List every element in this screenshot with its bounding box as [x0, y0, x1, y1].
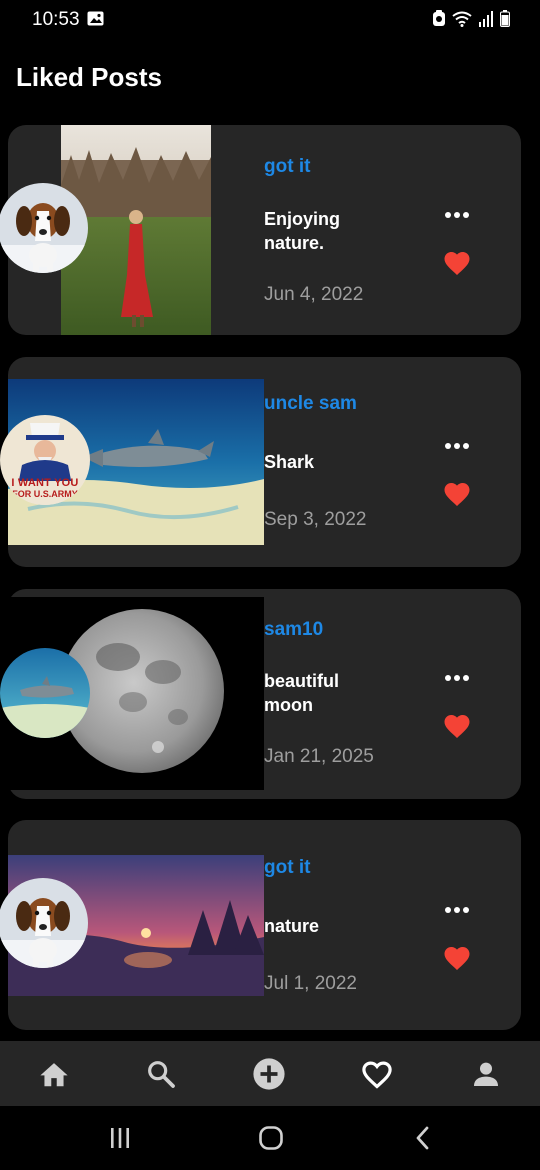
- home-icon: [40, 1062, 68, 1086]
- post-caption: Enjoying nature.: [264, 209, 340, 253]
- post-date: Jun 4, 2022: [264, 284, 364, 305]
- nav-liked[interactable]: [347, 1041, 407, 1106]
- nav-add-post[interactable]: [239, 1041, 299, 1106]
- person-icon: [474, 1062, 498, 1086]
- liked-heart-icon[interactable]: [442, 943, 472, 971]
- poster-text-line-1: I WANT YOU: [11, 477, 79, 489]
- system-back-button[interactable]: [393, 1106, 453, 1170]
- status-bar: 10:53: [0, 0, 540, 40]
- post-username[interactable]: got it: [264, 857, 310, 879]
- post-avatar[interactable]: I WANT YOU FOR U.S.ARMY: [0, 415, 90, 505]
- wifi-icon: [452, 11, 472, 27]
- post-avatar[interactable]: [0, 183, 88, 273]
- page-title: Liked Posts: [16, 62, 162, 92]
- more-options-icon[interactable]: [442, 438, 472, 454]
- home-circle-icon: [259, 1126, 283, 1150]
- post-card[interactable]: got it nature Jul 1, 2022: [0, 820, 521, 1030]
- status-icons: [432, 10, 510, 27]
- post-date: Jan 21, 2025: [264, 746, 374, 767]
- battery-icon: [500, 10, 510, 27]
- nav-profile[interactable]: [456, 1041, 516, 1106]
- post-avatar[interactable]: [0, 878, 88, 968]
- post-card[interactable]: I WANT YOU FOR U.S.ARMY uncle sam Shark …: [0, 357, 521, 567]
- poster-text-line-2: FOR U.S.ARMY: [12, 489, 78, 499]
- liked-heart-icon[interactable]: [442, 248, 472, 276]
- system-home-button[interactable]: [241, 1106, 301, 1170]
- post-card[interactable]: got it Enjoying nature. Jun 4, 2022: [0, 125, 521, 335]
- liked-heart-icon[interactable]: [442, 711, 472, 739]
- more-options-icon[interactable]: [442, 670, 472, 686]
- recents-icon: [111, 1128, 129, 1148]
- post-avatar[interactable]: [0, 648, 90, 738]
- bottom-navigation: [0, 1041, 540, 1106]
- post-caption: Shark: [264, 452, 315, 472]
- system-navigation-bar: [0, 1106, 540, 1170]
- post-username[interactable]: uncle sam: [264, 393, 357, 415]
- more-options-icon[interactable]: [442, 902, 472, 918]
- post-caption: beautiful moon: [264, 671, 339, 715]
- status-time: 10:53: [32, 9, 80, 30]
- back-icon: [416, 1126, 429, 1150]
- search-icon: [148, 1060, 175, 1088]
- alarm-icon: [433, 10, 445, 26]
- signal-icon: [479, 10, 493, 27]
- post-username[interactable]: got it: [264, 156, 310, 178]
- post-caption: nature: [264, 916, 320, 936]
- heart-outline-icon: [362, 1060, 392, 1089]
- recents-button[interactable]: [90, 1106, 150, 1170]
- post-date: Jul 1, 2022: [264, 973, 357, 994]
- nav-search[interactable]: [131, 1041, 191, 1106]
- nav-home[interactable]: [24, 1041, 84, 1106]
- post-date: Sep 3, 2022: [264, 509, 367, 530]
- image-icon: [87, 11, 104, 26]
- liked-heart-icon[interactable]: [442, 479, 472, 507]
- post-card[interactable]: sam10 beautiful moon Jan 21, 2025: [0, 589, 521, 799]
- more-options-icon[interactable]: [442, 207, 472, 223]
- post-username[interactable]: sam10: [264, 619, 323, 641]
- add-circle-icon: [253, 1057, 285, 1090]
